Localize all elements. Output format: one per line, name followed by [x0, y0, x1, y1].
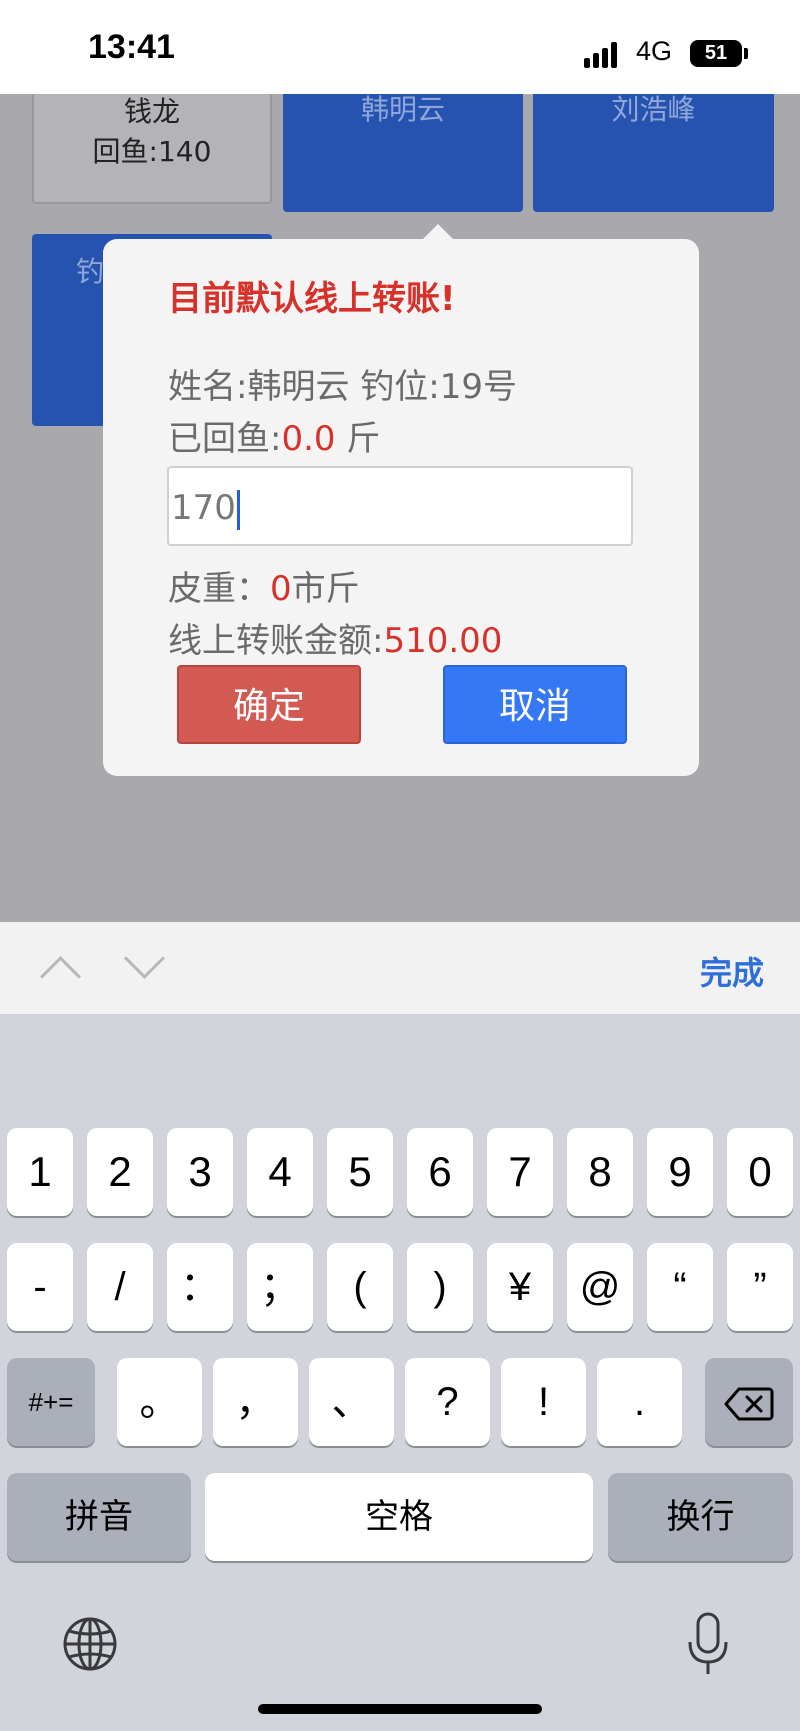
key-open-paren[interactable]: (	[327, 1243, 393, 1331]
key-close-quote[interactable]: ”	[727, 1243, 793, 1331]
tare-value: 0	[270, 569, 292, 609]
key-full-stop[interactable]: 。	[117, 1358, 202, 1446]
angler-tile[interactable]: 韩明云	[283, 94, 523, 212]
key-6[interactable]: 6	[407, 1128, 473, 1216]
tare-row: 皮重：0市斤	[168, 561, 360, 610]
key-2[interactable]: 2	[87, 1128, 153, 1216]
weight-value-text: 170	[171, 488, 236, 528]
key-3[interactable]: 3	[167, 1128, 233, 1216]
tile-name: 钱龙	[123, 95, 180, 128]
weight-input-value: 170	[171, 488, 240, 530]
confirm-button[interactable]: 确定	[177, 665, 361, 744]
angler-tile[interactable]: 刘浩峰	[533, 94, 774, 212]
text-cursor	[236, 489, 240, 530]
keyboard: 1 2 3 4 5 6 7 8 9 0 - / ： ； ( ) ¥ @ “ ” …	[0, 1014, 800, 1731]
key-4[interactable]: 4	[247, 1128, 313, 1216]
key-yen[interactable]: ¥	[487, 1243, 553, 1331]
key-8[interactable]: 8	[567, 1128, 633, 1216]
key-question[interactable]: ?	[405, 1358, 490, 1446]
key-1[interactable]: 1	[7, 1128, 73, 1216]
key-close-paren[interactable]: )	[407, 1243, 473, 1331]
battery-tip	[744, 48, 748, 59]
amount-value: 510.00	[383, 621, 503, 661]
key-period[interactable]: .	[597, 1358, 682, 1446]
key-enum-comma[interactable]: 、	[309, 1358, 394, 1446]
chevron-down-icon[interactable]	[123, 937, 166, 980]
tile-name: 韩明云	[360, 94, 445, 126]
transfer-dialog: 目前默认线上转账! 姓名:韩明云 钓位:19号 已回鱼:0.0 斤 170 皮重…	[103, 239, 699, 776]
done-button[interactable]: 完成	[700, 948, 764, 994]
space-key[interactable]: 空格	[205, 1473, 593, 1561]
caught-value: 0.0	[281, 419, 336, 459]
amount-label: 线上转账金额:	[168, 621, 384, 661]
tile-catch: 回鱼:140	[92, 135, 212, 168]
tare-label: 皮重：	[168, 569, 270, 609]
network-type: 4G	[636, 36, 673, 66]
caught-label: 已回鱼:	[168, 419, 282, 459]
key-0[interactable]: 0	[727, 1128, 793, 1216]
key-exclamation[interactable]: !	[501, 1358, 586, 1446]
key-hyphen[interactable]: -	[7, 1243, 73, 1331]
key-semicolon[interactable]: ；	[247, 1243, 313, 1331]
keyboard-accessory-bar: 完成	[0, 922, 800, 1014]
globe-icon[interactable]	[62, 1616, 118, 1672]
caught-row: 已回鱼:0.0 斤	[168, 411, 380, 460]
key-7[interactable]: 7	[487, 1128, 553, 1216]
weight-input[interactable]: 170	[167, 466, 633, 546]
angler-info: 姓名:韩明云 钓位:19号	[168, 367, 517, 407]
tile-name: 刘浩峰	[611, 94, 696, 126]
cellular-signal-icon	[584, 38, 624, 68]
key-slash[interactable]: /	[87, 1243, 153, 1331]
key-at[interactable]: @	[567, 1243, 633, 1331]
key-more-symbols[interactable]: #+=	[7, 1358, 95, 1446]
return-key[interactable]: 换行	[608, 1473, 793, 1561]
home-indicator[interactable]	[258, 1704, 542, 1714]
status-time: 13:41	[88, 28, 175, 66]
key-comma[interactable]: ，	[213, 1358, 298, 1446]
pinyin-key[interactable]: 拼音	[7, 1473, 191, 1561]
chevron-up-icon[interactable]	[39, 955, 82, 998]
dialog-title: 目前默认线上转账!	[168, 279, 456, 319]
key-open-quote[interactable]: “	[647, 1243, 713, 1331]
caught-unit: 斤	[335, 419, 381, 459]
battery-icon: 51	[690, 40, 742, 67]
microphone-icon[interactable]	[686, 1612, 730, 1678]
key-9[interactable]: 9	[647, 1128, 713, 1216]
backspace-key[interactable]	[705, 1358, 793, 1446]
amount-row: 线上转账金额:510.00	[168, 613, 502, 662]
tare-unit: 市斤	[291, 569, 360, 609]
key-5[interactable]: 5	[327, 1128, 393, 1216]
backspace-icon	[724, 1387, 774, 1421]
angler-tile[interactable]: 钱龙 回鱼:140	[32, 94, 272, 204]
cancel-button[interactable]: 取消	[443, 665, 627, 744]
key-colon[interactable]: ：	[167, 1243, 233, 1331]
status-bar: 13:41 4G 51	[0, 0, 800, 94]
dialog-caret	[422, 224, 454, 240]
